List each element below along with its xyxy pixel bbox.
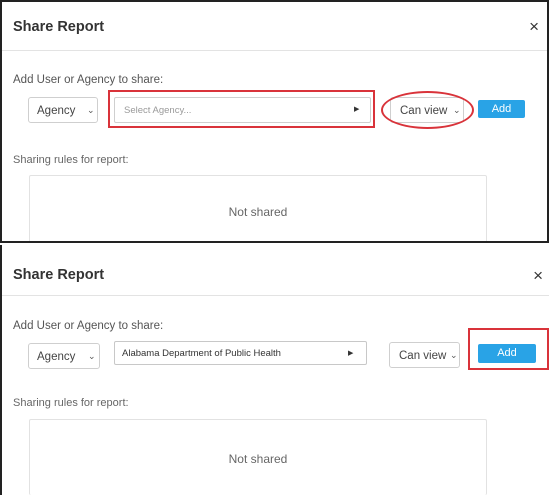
empty-state-text: Not shared (228, 452, 288, 466)
add-button[interactable]: Add (478, 100, 525, 118)
chevron-down-icon: ⌄ (87, 105, 95, 115)
dialog-title: Share Report (13, 267, 105, 283)
sharing-rules-label: Sharing rules for report: (13, 154, 129, 166)
share-type-select[interactable]: Agency ⌄ (28, 343, 100, 369)
permission-select[interactable]: Can view ⌄ (390, 97, 464, 123)
close-icon[interactable]: × (529, 18, 539, 35)
sharing-rules-list: Not shared (29, 175, 487, 243)
chevron-down-icon: ⌄ (450, 350, 458, 360)
share-with-label: Add User or Agency to share: (13, 320, 164, 332)
permission-value: Can view (399, 350, 447, 362)
chevron-down-icon: ⌄ (88, 351, 96, 361)
dialog-header: Share Report × (2, 2, 547, 51)
close-icon[interactable]: × (533, 267, 543, 284)
add-button[interactable]: Add (478, 344, 536, 363)
agency-select-input[interactable]: Select Agency... ▶ (114, 97, 371, 123)
dialog-title: Share Report (13, 19, 105, 35)
caret-right-icon: ▶ (348, 350, 354, 357)
agency-placeholder: Select Agency... (124, 105, 192, 116)
share-type-value: Agency (37, 105, 76, 117)
agency-select-input[interactable]: Alabama Department of Public Health ▶ (114, 341, 367, 365)
share-report-dialog-step-2: Share Report × Add User or Agency to sha… (0, 245, 549, 495)
sharing-rules-list: Not shared (29, 419, 487, 495)
share-type-select[interactable]: Agency ⌄ (28, 97, 98, 123)
sharing-rules-label: Sharing rules for report: (13, 397, 129, 409)
caret-right-icon: ▶ (354, 106, 360, 113)
share-report-dialog-step-1: Share Report × Add User or Agency to sha… (0, 0, 549, 243)
chevron-down-icon: ⌄ (453, 105, 461, 115)
empty-state-text: Not shared (228, 205, 288, 219)
permission-value: Can view (400, 105, 448, 117)
share-with-label: Add User or Agency to share: (13, 74, 164, 86)
dialog-header: Share Report × (2, 245, 549, 296)
permission-select[interactable]: Can view ⌄ (389, 342, 460, 368)
share-type-value: Agency (37, 351, 76, 363)
agency-value: Alabama Department of Public Health (122, 348, 281, 359)
